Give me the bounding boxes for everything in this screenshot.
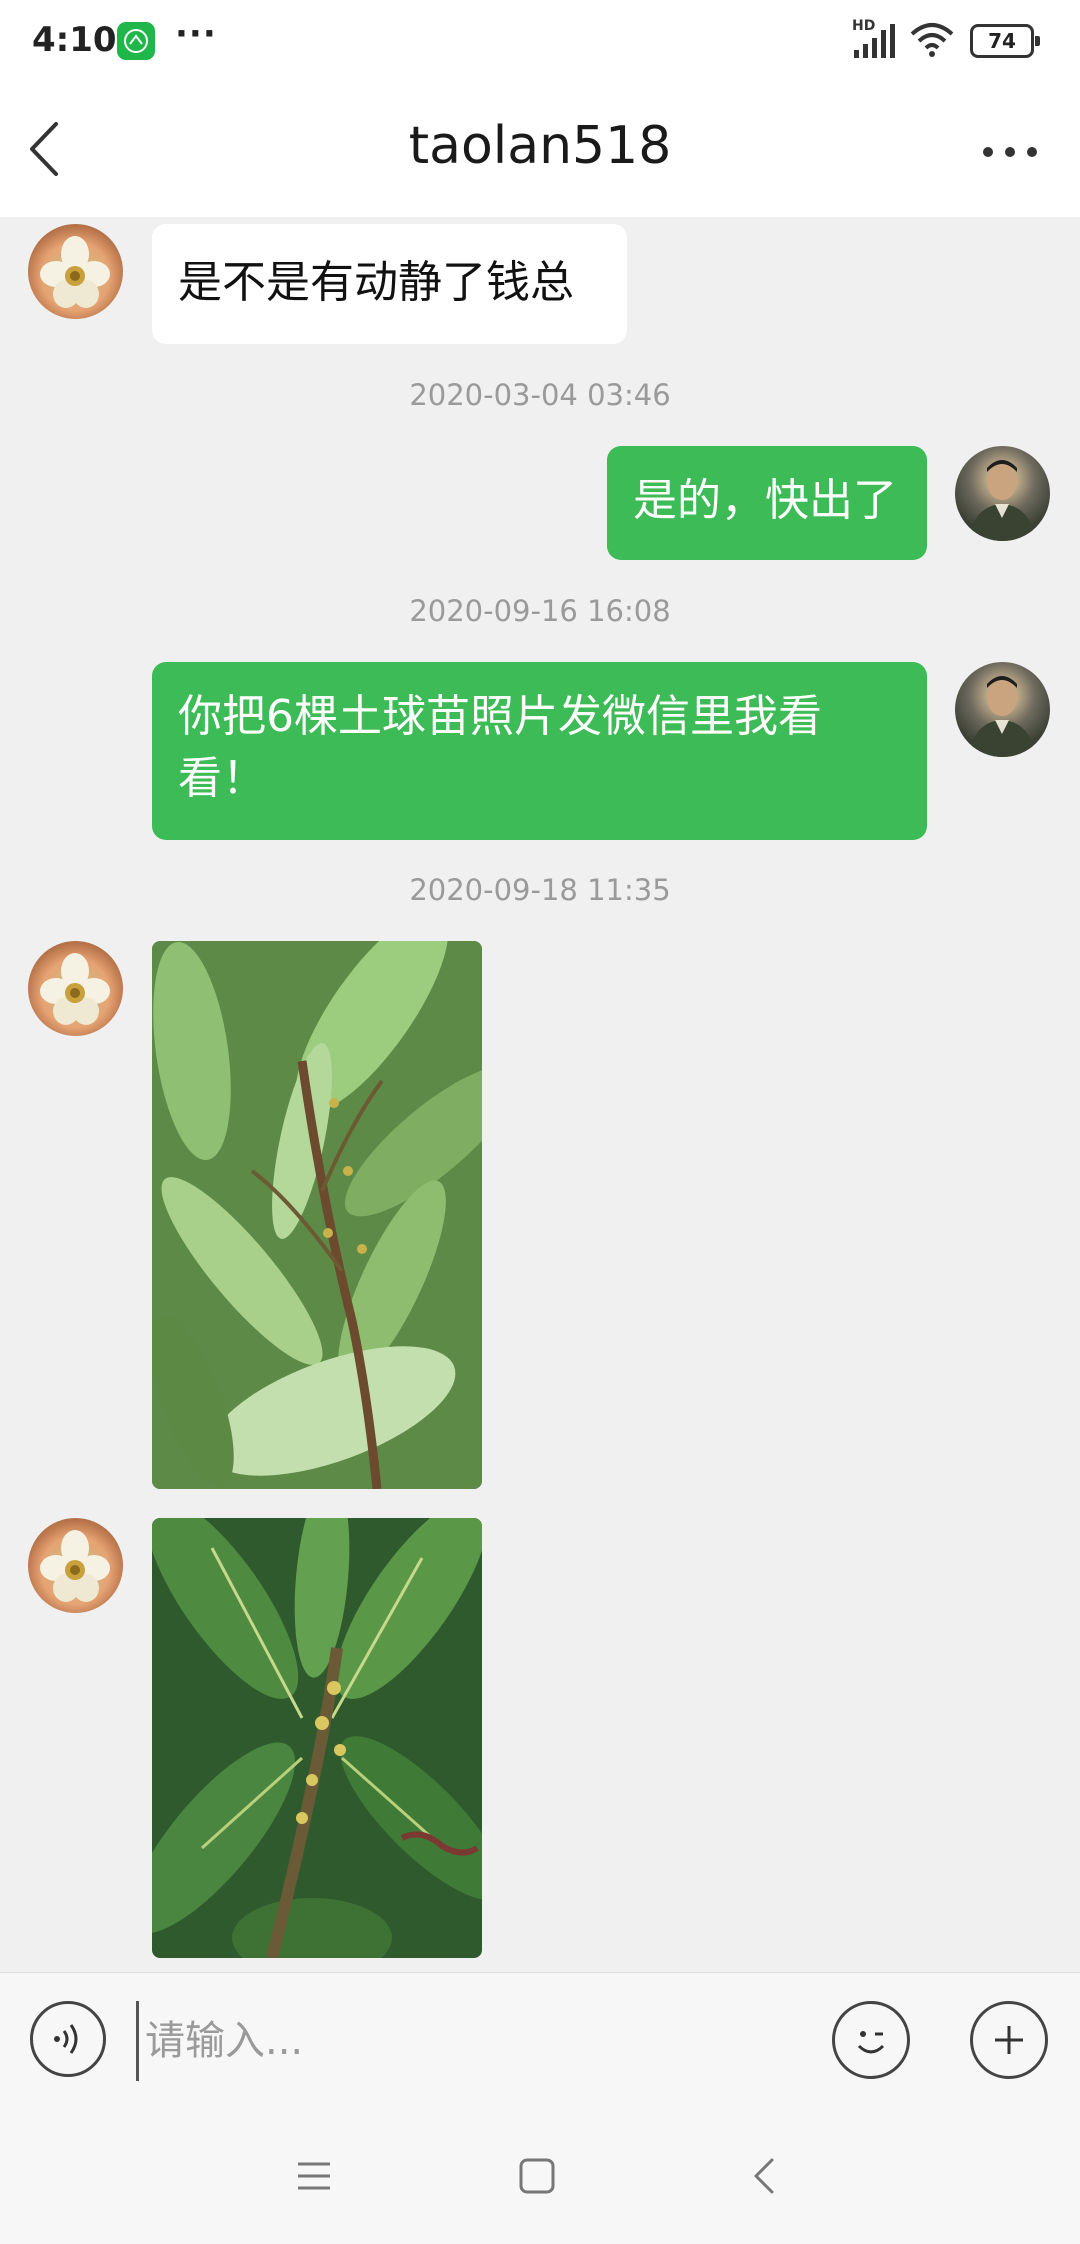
recent-apps-button[interactable]	[290, 2154, 340, 2198]
image-message[interactable]	[152, 1518, 482, 1958]
square-icon	[519, 2158, 555, 2194]
battery-icon: 74	[970, 24, 1040, 58]
voice-input-button[interactable]	[30, 2001, 106, 2077]
app-notification-icon	[117, 22, 155, 60]
message-text: 你把6棵土球苗照片发微信里我看看！	[178, 691, 822, 804]
message-input[interactable]	[136, 2001, 816, 2081]
voice-icon	[54, 2024, 78, 2054]
menu-icon	[298, 2162, 330, 2190]
outgoing-message-bubble[interactable]: 是的，快出了	[607, 446, 927, 560]
my-avatar[interactable]	[955, 662, 1050, 757]
more-options-button[interactable]	[980, 132, 1040, 172]
message-text: 是不是有动静了钱总	[178, 257, 574, 308]
status-bar: 4:10 ··· HD 74	[0, 0, 1080, 84]
status-more-icon: ···	[175, 14, 217, 54]
my-avatar[interactable]	[955, 446, 1050, 541]
message-timestamp: 2020-09-18 11:35	[409, 873, 671, 907]
smiley-icon	[857, 2031, 885, 2054]
wifi-icon	[910, 22, 954, 58]
home-button[interactable]	[515, 2154, 559, 2198]
plus-icon	[995, 2026, 1023, 2054]
contact-avatar[interactable]	[28, 941, 123, 1036]
message-timestamp: 2020-09-16 16:08	[409, 594, 671, 628]
hd-signal-icon: HD	[852, 18, 896, 60]
chevron-left-icon	[754, 2158, 774, 2194]
message-list[interactable]: 是不是有动静了钱总 2020-03-04 03:46 是的，快出了 2020-0…	[0, 217, 1080, 1972]
chevron-left-icon	[30, 122, 58, 176]
back-button[interactable]	[18, 114, 78, 184]
incoming-message-bubble[interactable]: 是不是有动静了钱总	[152, 224, 627, 344]
contact-avatar[interactable]	[28, 224, 123, 319]
emoji-button[interactable]	[832, 2001, 910, 2079]
status-time: 4:10	[32, 20, 117, 60]
chat-title: taolan518	[408, 116, 672, 176]
message-timestamp: 2020-03-04 03:46	[409, 378, 671, 412]
battery-level: 74	[988, 29, 1016, 53]
message-text: 是的，快出了	[633, 475, 897, 526]
system-back-button[interactable]	[744, 2154, 784, 2198]
system-nav-bar	[0, 2110, 1080, 2244]
add-attachment-button[interactable]	[970, 2001, 1048, 2079]
input-bar	[0, 1972, 1080, 2111]
chat-header: taolan518	[0, 84, 1080, 217]
contact-avatar[interactable]	[28, 1518, 123, 1613]
image-message[interactable]	[152, 941, 482, 1489]
outgoing-message-bubble[interactable]: 你把6棵土球苗照片发微信里我看看！	[152, 662, 927, 840]
